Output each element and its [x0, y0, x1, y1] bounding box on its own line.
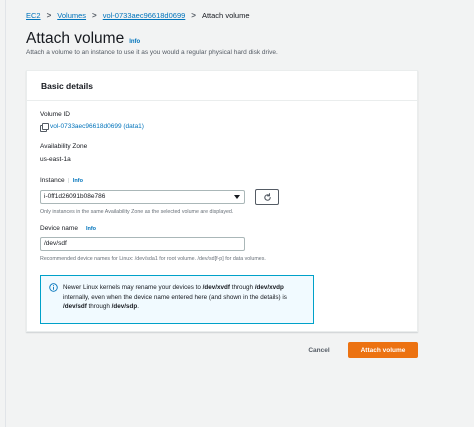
alert-message: Newer Linux kernels may rename your devi…: [63, 284, 287, 310]
instance-info-link[interactable]: Info: [73, 178, 83, 184]
refresh-button[interactable]: [255, 189, 279, 205]
chevron-right-icon: >: [46, 11, 52, 20]
availability-zone-label: Availability Zone: [40, 143, 88, 150]
copy-icon[interactable]: [40, 123, 49, 132]
page-header: Attach volume Info: [26, 30, 140, 48]
info-icon: [49, 283, 58, 292]
device-name-info-link[interactable]: Info: [86, 226, 96, 232]
device-name-hint: Recommended device names for Linux: /dev…: [40, 256, 266, 262]
breadcrumb-volumes[interactable]: Volumes: [57, 11, 86, 20]
panel-title: Basic details: [27, 71, 417, 101]
page-info-link[interactable]: Info: [129, 39, 140, 45]
breadcrumb: EC2 > Volumes > vol-0733aec96618d0699 > …: [26, 11, 250, 20]
instance-label: Instance: [40, 177, 65, 184]
volume-id-text[interactable]: vol-0733aec96618d0699 (data1): [50, 123, 144, 130]
device-name-value: /dev/sdf: [44, 240, 67, 247]
chevron-right-icon: >: [92, 11, 97, 20]
attach-volume-button[interactable]: Attach volume: [348, 342, 418, 358]
page: EC2 > Volumes > vol-0733aec96618d0699 > …: [5, 0, 474, 427]
instance-select-value: i-0ff1d26091b08e786: [44, 193, 106, 200]
availability-zone-value: us-east-1a: [40, 156, 71, 163]
instance-hint: Only instances in the same Availability …: [40, 209, 234, 215]
breadcrumb-current: Attach volume: [201, 11, 250, 20]
breadcrumb-ec2[interactable]: EC2: [26, 11, 41, 20]
label-separator: |: [67, 177, 69, 184]
page-title: Attach volume: [26, 30, 125, 47]
refresh-icon: [263, 192, 271, 201]
instance-label-row: Instance | Info: [40, 177, 83, 184]
caret-down-icon: [234, 195, 240, 199]
device-name-label: Device name: [40, 225, 78, 232]
volume-id-value[interactable]: vol-0733aec96618d0699 (data1): [40, 123, 144, 132]
volume-id-label: Volume ID: [40, 111, 70, 118]
basic-details-panel: Basic details Volume ID vol-0733aec96618…: [26, 70, 418, 332]
instance-select[interactable]: i-0ff1d26091b08e786: [40, 190, 245, 204]
breadcrumb-volume-id[interactable]: vol-0733aec96618d0699: [103, 11, 186, 20]
info-alert: Newer Linux kernels may rename your devi…: [40, 275, 314, 324]
page-description: Attach a volume to an instance to use it…: [26, 49, 278, 56]
device-name-input[interactable]: /dev/sdf: [40, 237, 245, 251]
device-name-label-row: Device name Info: [40, 225, 96, 232]
cancel-button[interactable]: Cancel: [304, 343, 334, 357]
chevron-right-icon: >: [191, 11, 196, 20]
